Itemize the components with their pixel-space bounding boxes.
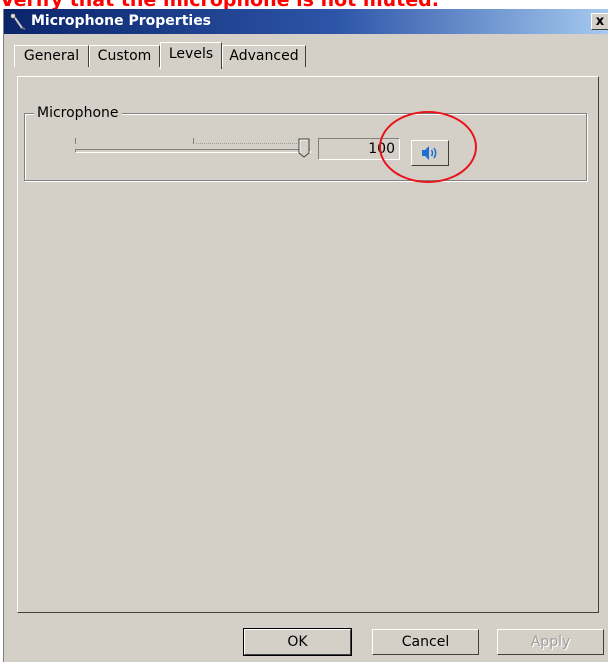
window-title: Microphone Properties <box>31 13 212 29</box>
slider-tick-mid <box>193 138 194 144</box>
annotation-circle <box>379 111 477 183</box>
cancel-button[interactable]: Cancel <box>372 629 479 655</box>
microphone-icon <box>10 13 26 30</box>
slider-tick-marks <box>196 143 310 144</box>
tab-label: General <box>23 48 80 64</box>
close-icon: x <box>595 14 605 29</box>
tab-levels[interactable]: Levels <box>160 42 222 69</box>
tab-label: Advanced <box>229 48 299 64</box>
tab-general[interactable]: General <box>14 45 89 67</box>
ok-button[interactable]: OK <box>243 628 352 656</box>
slider-thumb[interactable] <box>298 138 310 158</box>
microphone-level-slider[interactable] <box>75 149 311 153</box>
instruction-caption: Verify that the microphone is not muted. <box>0 0 608 9</box>
microphone-group-label: Microphone <box>34 105 122 121</box>
tab-advanced[interactable]: Advanced <box>222 45 306 67</box>
title-bar[interactable]: Microphone Properties x <box>4 9 608 34</box>
tab-label: Custom <box>97 48 152 64</box>
tab-label: Levels <box>168 46 214 62</box>
tab-custom[interactable]: Custom <box>89 45 160 67</box>
slider-tick-min <box>75 138 76 144</box>
apply-button[interactable]: Apply <box>497 629 604 655</box>
close-button[interactable]: x <box>591 13 608 30</box>
